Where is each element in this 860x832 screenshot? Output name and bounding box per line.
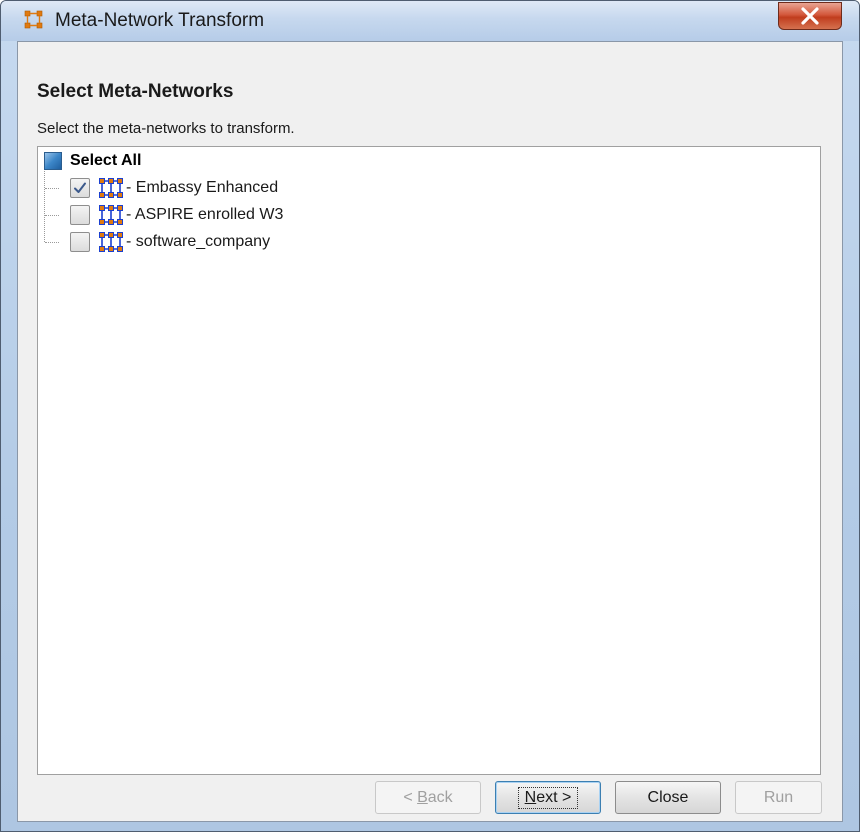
next-button-label: Next > — [517, 786, 579, 809]
tree-item-embassy-enhanced[interactable]: - Embassy Enhanced — [70, 177, 278, 199]
meta-network-icon — [99, 232, 123, 252]
meta-network-tree[interactable]: Select All - Embassy Enhanced - ASPIRE e… — [37, 146, 821, 775]
title-bar[interactable]: Meta-Network Transform — [1, 1, 859, 41]
tree-connector — [45, 242, 59, 243]
window-close-button[interactable] — [778, 2, 842, 30]
button-bar: < Back Next > Close Run — [18, 781, 842, 821]
item-checkbox-checked[interactable] — [70, 178, 90, 198]
tree-item-aspire-enrolled-w3[interactable]: - ASPIRE enrolled W3 — [70, 204, 283, 226]
close-button[interactable]: Close — [615, 781, 721, 814]
window-title: Meta-Network Transform — [55, 10, 265, 31]
app-network-icon — [24, 10, 43, 29]
meta-network-icon — [99, 178, 123, 198]
checkmark-icon — [74, 182, 86, 193]
dialog-content: Select Meta-Networks Select the meta-net… — [17, 41, 843, 822]
tree-connector — [44, 167, 45, 242]
item-label: - ASPIRE enrolled W3 — [126, 206, 284, 223]
dialog-window: Meta-Network Transform Select Meta-Netwo… — [0, 0, 860, 832]
next-button[interactable]: Next > — [495, 781, 601, 814]
back-button[interactable]: < Back — [375, 781, 481, 814]
run-button[interactable]: Run — [735, 781, 822, 814]
item-label: - software_company — [126, 233, 271, 250]
tree-connector — [45, 188, 59, 189]
tree-item-software-company[interactable]: - software_company — [70, 231, 270, 253]
select-all-label: Select All — [70, 152, 142, 169]
close-icon — [801, 7, 819, 25]
back-button-label: < Back — [403, 788, 453, 806]
select-all-checkbox[interactable] — [44, 152, 62, 170]
item-checkbox[interactable] — [70, 205, 90, 225]
item-label: - Embassy Enhanced — [126, 179, 279, 196]
tree-connector — [45, 215, 59, 216]
page-description: Select the meta-networks to transform. — [37, 120, 295, 137]
select-all-row[interactable]: Select All — [44, 150, 141, 172]
item-checkbox[interactable] — [70, 232, 90, 252]
meta-network-icon — [99, 205, 123, 225]
page-heading: Select Meta-Networks — [37, 81, 234, 102]
